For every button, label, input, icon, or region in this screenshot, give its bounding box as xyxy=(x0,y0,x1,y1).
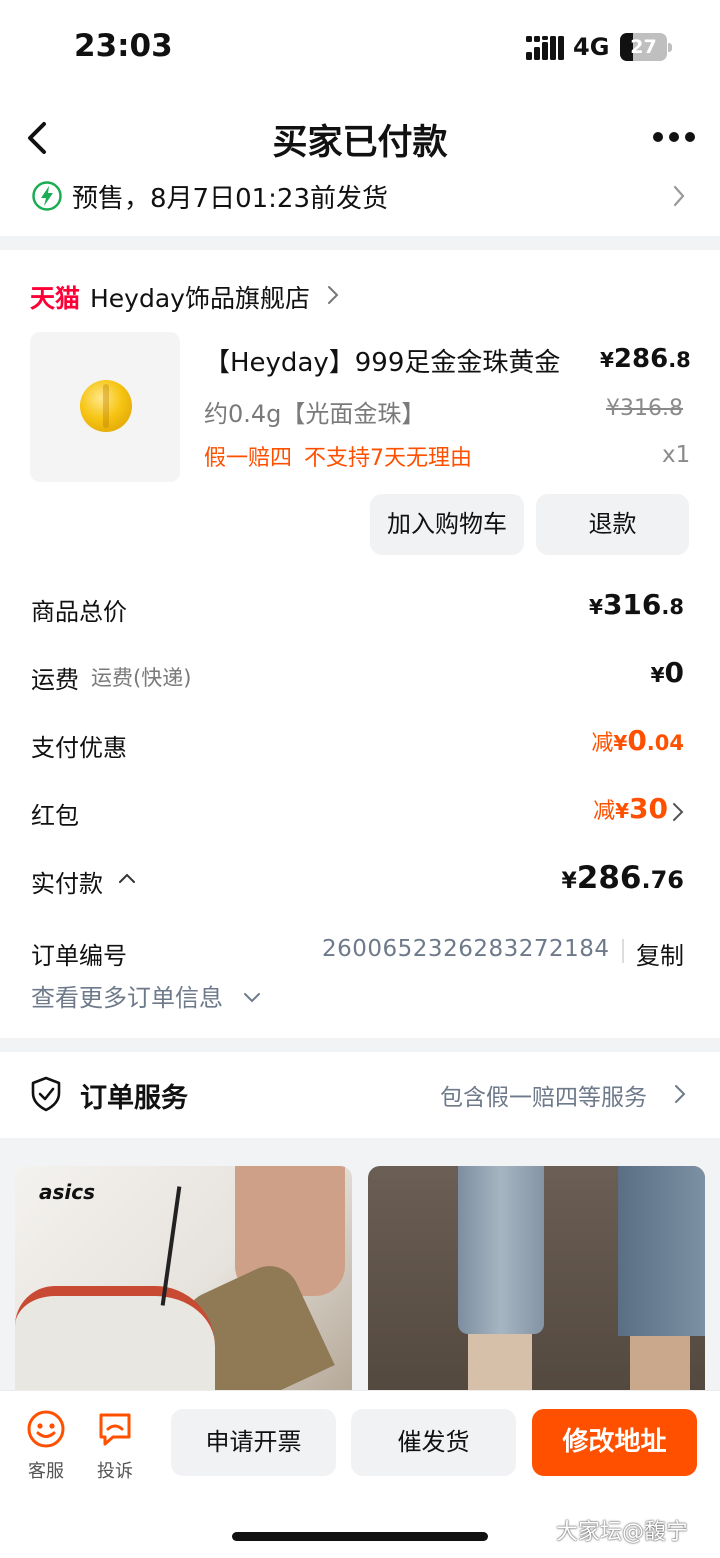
red-packet-row[interactable]: 红包 减¥30 xyxy=(0,788,720,838)
recommend-item-shoes[interactable]: asics xyxy=(15,1166,352,1390)
complain-button[interactable]: 投诉 xyxy=(85,1409,145,1483)
tmall-logo: 天猫 xyxy=(30,284,81,313)
order-number-row: 订单编号 2600652326283272184 复制 xyxy=(0,930,720,974)
chevron-right-icon xyxy=(673,803,684,821)
original-price: ¥316.8 xyxy=(606,396,683,421)
page-title: 买家已付款 xyxy=(272,123,448,163)
payment-discount-row: 支付优惠 减¥0.04 xyxy=(0,720,720,770)
chevron-up-icon xyxy=(119,873,135,883)
product-tags: 假一赔四 不支持7天无理由 xyxy=(204,440,484,472)
lightning-icon xyxy=(32,181,62,211)
paid-amount-row[interactable]: 实付款 ¥286.76 xyxy=(0,856,720,906)
shipping-fee-value: ¥0 xyxy=(650,656,684,689)
chevron-right-icon xyxy=(328,286,339,304)
gold-bead-image xyxy=(80,380,132,432)
shipping-text: 预售，8月7日01:23前发货 xyxy=(72,184,389,214)
order-number-label: 订单编号 xyxy=(31,942,127,970)
modify-address-button[interactable]: 修改地址 xyxy=(532,1409,697,1476)
more-order-info-label: 查看更多订单信息 xyxy=(31,984,223,1012)
nav-bar: 买家已付款 xyxy=(0,100,720,176)
total-price-label: 商品总价 xyxy=(31,598,127,626)
battery-level: 27 xyxy=(630,36,657,58)
urge-shipping-button[interactable]: 催发货 xyxy=(351,1409,516,1476)
copy-button[interactable]: 复制 xyxy=(636,936,684,971)
shipping-method: 运费(快递) xyxy=(91,666,192,690)
shield-icon xyxy=(31,1076,61,1112)
status-bar: 23:03 4G 27 xyxy=(0,0,720,95)
status-time: 23:03 xyxy=(74,28,173,64)
order-number: 2600652326283272184 xyxy=(322,936,610,962)
complain-icon xyxy=(99,1413,131,1446)
recommendations: asics xyxy=(0,1138,720,1390)
tag-no-return: 不支持7天无理由 xyxy=(304,446,473,471)
store-name: Heyday饰品旗舰店 xyxy=(90,284,310,313)
product-quantity: x1 xyxy=(662,442,691,468)
paid-amount-label: 实付款 xyxy=(31,870,103,898)
order-service-title: 订单服务 xyxy=(80,1083,188,1114)
chevron-right-icon xyxy=(675,1085,686,1103)
total-price-row: 商品总价 ¥316.8 xyxy=(0,584,720,634)
total-price-value: ¥316.8 xyxy=(589,588,684,621)
paid-amount-value: ¥286.76 xyxy=(561,860,684,896)
battery-icon: 27 xyxy=(620,33,672,61)
payment-discount-label: 支付优惠 xyxy=(31,734,127,762)
divider xyxy=(622,939,624,963)
chevron-right-icon xyxy=(673,185,685,207)
product-price: ¥286.8 xyxy=(600,344,691,374)
apply-invoice-button[interactable]: 申请开票 xyxy=(171,1409,336,1476)
shipping-fee-label: 运费 xyxy=(31,666,79,694)
shipping-fee-row: 运费 运费(快递) ¥0 xyxy=(0,652,720,702)
section-divider xyxy=(0,236,720,250)
more-order-info-link[interactable]: 查看更多订单信息 xyxy=(31,978,260,1018)
product-image[interactable] xyxy=(30,332,180,482)
network-type: 4G xyxy=(573,33,610,61)
home-indicator xyxy=(232,1532,488,1541)
recommend-item-jeans[interactable] xyxy=(368,1166,705,1390)
order-service-row[interactable]: 订单服务 包含假一赔四等服务 xyxy=(0,1070,720,1120)
product-title[interactable]: 【Heyday】999足金金珠黄金 xyxy=(204,342,560,379)
customer-service-button[interactable]: 客服 xyxy=(16,1409,76,1483)
customer-service-label: 客服 xyxy=(28,1461,64,1482)
signal-icon xyxy=(526,36,564,60)
shipping-notice[interactable]: 预售，8月7日01:23前发货 xyxy=(0,172,720,222)
watermark: 大家坛@馥宁 xyxy=(556,1520,689,1545)
add-to-cart-button[interactable]: 加入购物车 xyxy=(370,494,524,555)
red-packet-value: 减¥30 xyxy=(593,792,668,825)
section-divider xyxy=(0,1038,720,1052)
red-packet-label: 红包 xyxy=(31,802,79,830)
refund-button[interactable]: 退款 xyxy=(536,494,689,555)
order-service-desc: 包含假一赔四等服务 xyxy=(440,1085,647,1111)
more-icon[interactable] xyxy=(652,130,696,144)
tag-fake-compensation: 假一赔四 xyxy=(204,446,293,471)
payment-discount-value: 减¥0.04 xyxy=(591,724,684,757)
complain-label: 投诉 xyxy=(97,1461,133,1482)
customer-service-icon xyxy=(27,1410,65,1448)
brand-logo: asics xyxy=(39,1180,96,1204)
store-header[interactable]: 天猫 Heyday饰品旗舰店 xyxy=(0,272,720,322)
product-spec: 约0.4g【光面金珠】 xyxy=(204,400,426,428)
chevron-down-icon xyxy=(244,993,260,1003)
